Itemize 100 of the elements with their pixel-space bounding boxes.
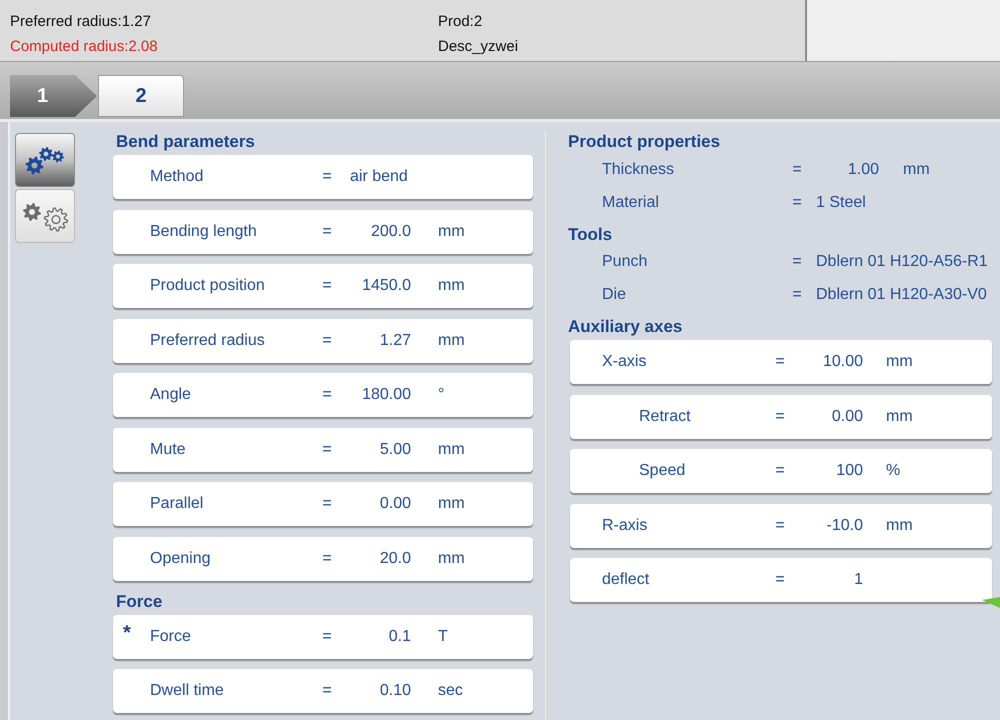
equals-sign: = [322,494,332,514]
unit-label: % [886,461,900,481]
param-value: 1.00 [848,160,879,180]
unit-label: mm [438,276,465,296]
equals-sign: = [322,548,332,568]
status-text: Preferred radius:1.27 [10,12,151,32]
equals-sign: = [322,276,332,296]
param-label: R-axis [602,516,648,536]
param-label: Opening [150,548,210,568]
equals-sign: = [322,385,332,405]
param-label: Speed [639,461,686,481]
param-label: Angle [150,385,191,405]
change-indicator: * [123,622,131,642]
unit-label: T [438,626,448,646]
equals-sign: = [322,222,332,242]
unit-label: mm [438,330,465,350]
equals-sign: = [792,192,802,212]
param-value: 1.27 [380,330,411,350]
section-heading: Force [116,590,162,612]
parameter-field[interactable]: Opening = 20.0 mm [113,536,533,580]
param-value: 20.0 [380,548,411,568]
unit-label: mm [886,406,913,426]
param-value: Dblern 01 H120-A56-R1 [816,252,988,272]
param-label: Preferred radius [150,330,265,350]
gears-icon [25,146,65,174]
equals-sign: = [775,516,785,536]
equals-sign: = [322,626,332,646]
unit-label: mm [886,516,913,536]
param-value: air bend [350,167,408,187]
unit-label: mm [438,494,465,514]
param-label: Dwell time [150,681,224,701]
mode-button[interactable] [15,189,75,243]
equals-sign: = [322,167,332,187]
parameter-field[interactable]: Angle = 180.00 ° [113,373,533,417]
param-value: 200.0 [370,222,411,242]
param-value: 100 [836,461,863,481]
step-tab[interactable]: 2 [98,75,184,117]
parameter-field[interactable]: Method = air bend [113,155,533,199]
param-label: Mute [150,440,186,460]
parameter-field[interactable]: X-axis = 10.00 mm [570,340,992,384]
equals-sign: = [775,406,785,426]
param-value: 1 Steel [816,192,866,212]
unit-label: mm [903,160,930,180]
equals-sign: = [775,570,785,590]
equals-sign: = [322,681,332,701]
param-label: deflect [602,570,650,590]
parameter-field[interactable]: Parallel = 0.00 mm [113,482,533,526]
section-heading: Product properties [568,131,720,153]
unit-label: mm [438,440,465,460]
status-text: Computed radius:2.08 [10,37,158,57]
param-label: Force [150,626,191,646]
param-value: -10.0 [826,516,863,536]
parameter-field[interactable]: * Force = 0.1 T [113,614,533,658]
step-tab[interactable]: 1 [10,75,97,117]
section-heading: Tools [568,224,612,246]
parameter-field[interactable]: Product position = 1450.0 mm [113,264,533,308]
equals-sign: = [792,160,802,180]
parameter-field[interactable]: Mute = 5.00 mm [113,428,533,472]
param-label: Product position [150,276,265,296]
param-label: Bending length [150,222,257,242]
unit-label: mm [886,352,913,372]
parameter-field[interactable]: R-axis = -10.0 mm [570,504,992,548]
param-value: 0.00 [832,406,863,426]
section-heading: Bend parameters [116,131,255,153]
equals-sign: = [322,440,332,460]
status-text: Prod:2 [438,12,482,32]
unit-label: mm [438,548,465,568]
equals-sign: = [792,285,802,305]
param-value: 10.00 [822,352,863,372]
param-value: Dblern 01 H120-A30-V0 [816,285,987,305]
param-value: 0.00 [380,494,411,514]
parameter-field[interactable]: Speed = 100 % [570,449,992,493]
param-value: 1450.0 [362,276,411,296]
parameter-field[interactable]: Dwell time = 0.10 sec [113,669,533,713]
param-value: 5.00 [380,440,411,460]
unit-label: sec [438,681,463,701]
status-text: Desc_yzwei [438,37,518,57]
section-heading: Auxiliary axes [568,316,682,338]
param-label: Punch [602,252,648,272]
equals-sign: = [775,461,785,481]
param-label: Parallel [150,494,204,514]
param-label: Retract [639,406,691,426]
parameter-field[interactable]: Bending length = 200.0 mm [113,210,533,254]
param-label: Die [602,285,626,305]
corner-marker-icon [982,597,1000,608]
parameter-field[interactable]: Retract = 0.00 mm [570,394,992,438]
mode-button[interactable] [15,133,75,187]
param-label: Method [150,167,204,187]
gears-icon [22,200,68,232]
param-label: X-axis [602,352,646,372]
param-value: 0.10 [380,681,411,701]
equals-sign: = [775,352,785,372]
parameter-field[interactable]: deflect = 1 [570,558,992,602]
param-value: 1 [854,570,863,590]
param-label: Material [602,192,659,212]
equals-sign: = [322,330,332,350]
parameter-field[interactable]: Preferred radius = 1.27 mm [113,318,533,362]
param-value: 180.00 [362,385,411,405]
unit-label: mm [438,222,465,242]
param-value: 0.1 [388,626,411,646]
